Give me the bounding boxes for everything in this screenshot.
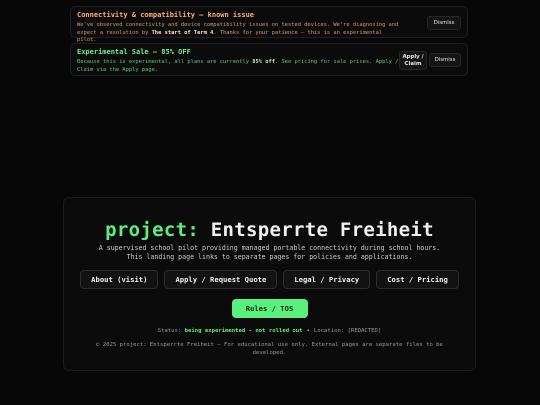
apply-link[interactable]: Apply / Request Quote <box>164 270 278 289</box>
title-prefix: project: <box>105 219 200 241</box>
notice-body-discount: 85% off <box>252 59 275 65</box>
location-value: [REDACTED] <box>347 328 382 334</box>
about-link[interactable]: About (visit) <box>80 270 159 289</box>
dismiss-button[interactable]: Dismiss <box>429 53 461 67</box>
nav-links: About (visit) Apply / Request Quote Lega… <box>64 270 475 289</box>
hero-card: project: Entsperrte Freiheit A supervise… <box>63 197 476 371</box>
notice-title: Connectivity & compatibility — known iss… <box>77 11 255 19</box>
status-value: being experimented - not rolled out <box>184 328 303 334</box>
page-title: project: Entsperrte Freiheit <box>64 219 475 241</box>
notice-body-text: Because this is experimental, all plans … <box>77 59 253 65</box>
sale-notice: Experimental Sale — 85% OFF Because this… <box>70 43 468 76</box>
footer-text: © 2025 project: Entsperrte Freiheit — Fo… <box>96 342 443 356</box>
status-line: Status: being experimented - not rolled … <box>64 328 475 334</box>
pricing-link[interactable]: Cost / Pricing <box>376 270 459 289</box>
title-name: Entsperrte Freiheit <box>199 219 434 241</box>
status-separator: • <box>306 328 310 334</box>
page-subtitle: A supervised school pilot providing mana… <box>98 244 441 261</box>
legal-link[interactable]: Legal / Privacy <box>283 270 371 289</box>
rules-wrap: Rules / TOS <box>64 296 475 318</box>
notice-body: Because this is experimental, all plans … <box>77 59 402 74</box>
apply-claim-button[interactable]: Apply / Claim <box>399 51 427 70</box>
notice-body: We've observed connectivity and device c… <box>77 22 402 45</box>
status-label: Status: <box>157 328 182 334</box>
connectivity-notice: Connectivity & compatibility — known iss… <box>70 6 468 43</box>
dismiss-button[interactable]: Dismiss <box>427 16 461 30</box>
notice-body-date: The start of Term 4 <box>151 29 214 36</box>
location-label: Location: <box>313 328 345 334</box>
rules-tos-button[interactable]: Rules / TOS <box>231 299 308 318</box>
